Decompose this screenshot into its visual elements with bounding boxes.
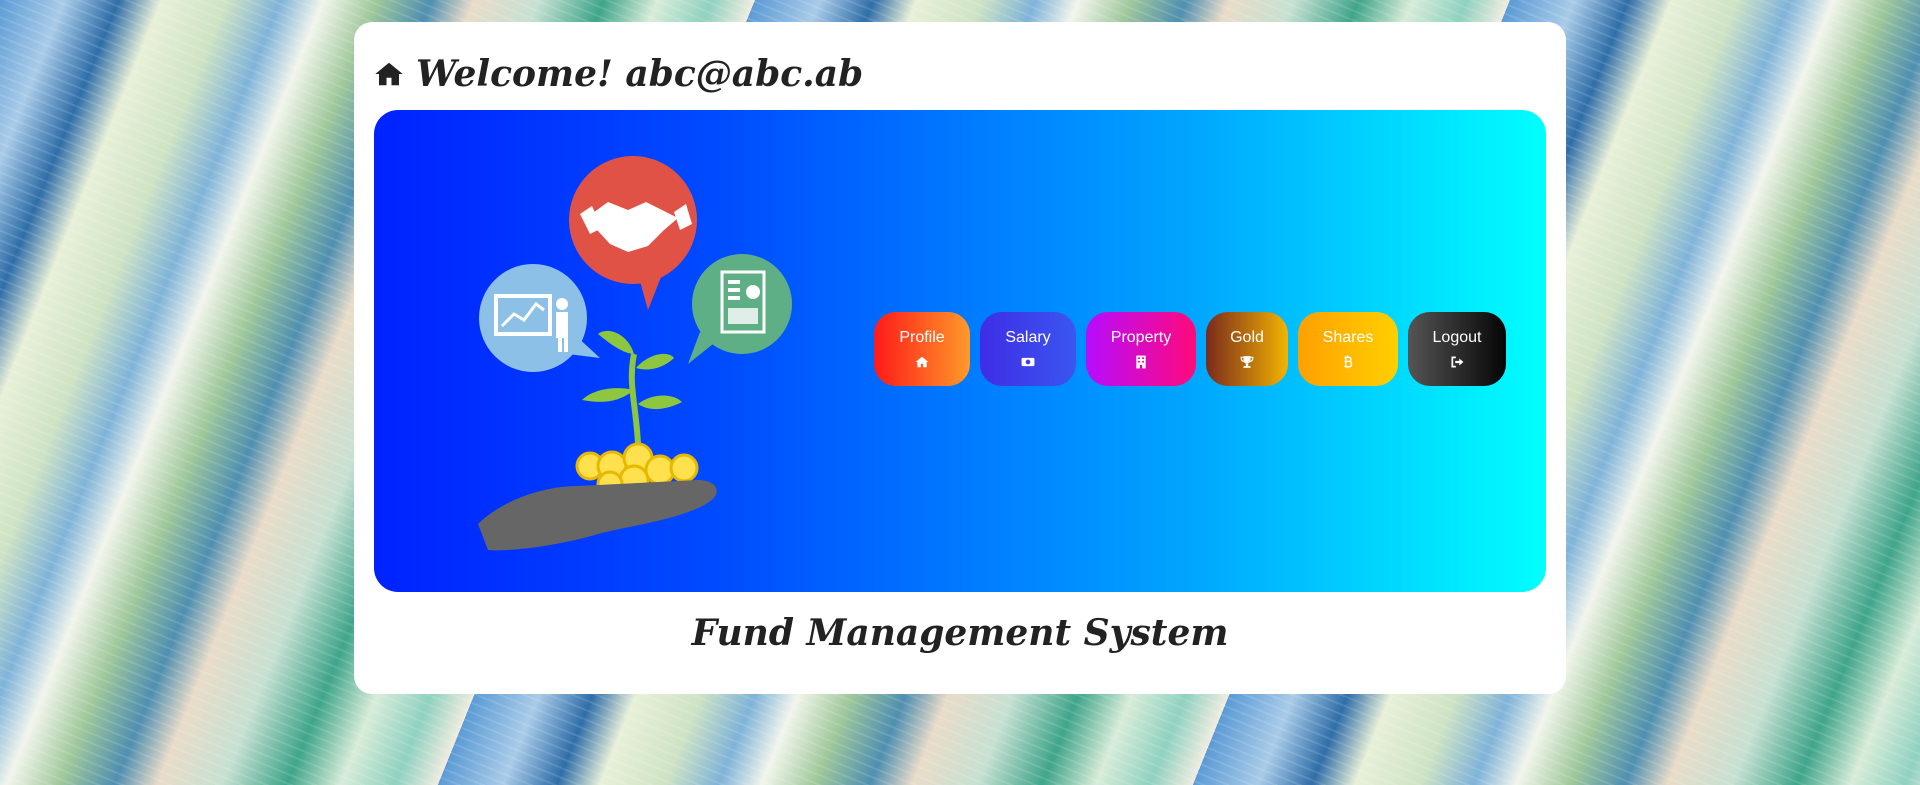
logout-button-label: Logout — [1432, 329, 1482, 346]
trophy-icon — [1240, 356, 1254, 368]
shares-button-label: Shares — [1322, 329, 1374, 346]
gold-button-label: Gold — [1230, 329, 1264, 346]
hand-icon — [478, 480, 717, 551]
main-card: Welcome! abc@abc.ab Profile Salary Prope… — [354, 22, 1566, 694]
salary-button-label: Salary — [1005, 329, 1051, 346]
handshake-icon — [569, 156, 697, 310]
bitcoin-icon — [1344, 355, 1353, 369]
gold-button[interactable]: Gold — [1206, 312, 1288, 386]
fund-growth-illustration — [478, 156, 792, 551]
app-title: Fund Management System — [691, 612, 1229, 654]
home-icon — [915, 356, 929, 368]
logout-button[interactable]: Logout — [1408, 312, 1506, 386]
home-icon — [375, 62, 403, 86]
shares-button[interactable]: Shares — [1298, 312, 1398, 386]
welcome-text: Welcome! abc@abc.ab — [416, 53, 864, 95]
profile-button[interactable]: Profile — [874, 312, 970, 386]
property-button-label: Property — [1110, 329, 1172, 346]
salary-button[interactable]: Salary — [980, 312, 1076, 386]
welcome-header: Welcome! abc@abc.ab — [374, 52, 863, 96]
property-button[interactable]: Property — [1086, 312, 1196, 386]
hero-banner: Profile Salary Property Gold Shares Logo… — [374, 110, 1546, 592]
nav-bar: Profile Salary Property Gold Shares Logo… — [874, 312, 1506, 386]
profile-button-label: Profile — [899, 329, 945, 346]
sign-out-icon — [1451, 356, 1464, 368]
report-document-icon — [688, 254, 792, 364]
presentation-chart-icon — [479, 264, 600, 372]
money-icon — [1021, 357, 1035, 367]
building-icon — [1136, 355, 1146, 369]
plant-icon — [582, 330, 682, 445]
